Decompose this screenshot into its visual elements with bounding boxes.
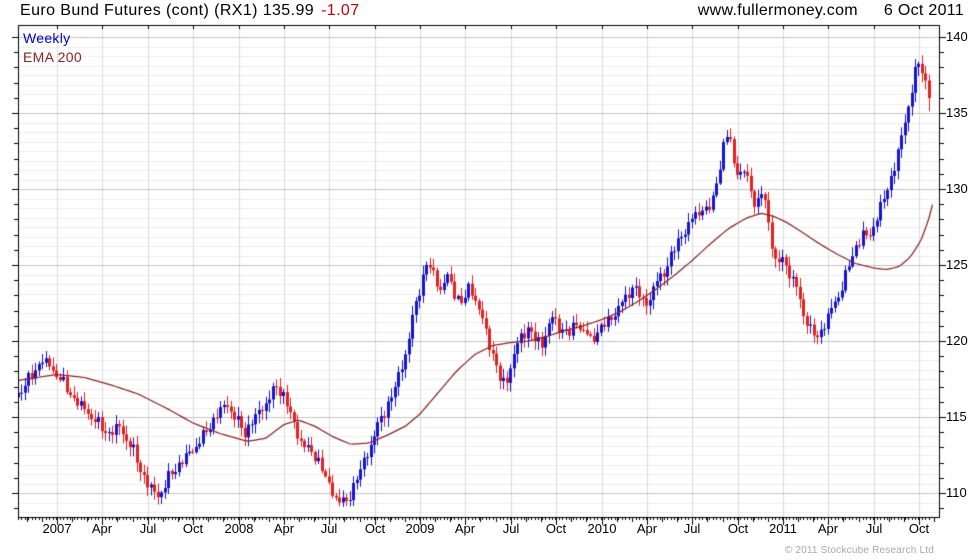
y-axis-tick-label: 135 bbox=[946, 105, 968, 120]
date-label: 6 Oct 2011 bbox=[884, 2, 964, 20]
header-right: www.fullermoney.com 6 Oct 2011 bbox=[698, 2, 964, 20]
instrument-title: Euro Bund Futures (cont) (RX1) 135.99 bbox=[20, 2, 314, 19]
copyright-label: © 2011 Stockcube Research Ltd bbox=[785, 545, 934, 556]
website-label: www.fullermoney.com bbox=[698, 2, 858, 20]
legend-weekly-label: Weekly bbox=[23, 30, 70, 46]
x-axis-tick-label: Oct bbox=[891, 521, 947, 536]
y-axis-tick-label: 130 bbox=[946, 181, 968, 196]
price-change: -1.07 bbox=[321, 2, 359, 19]
y-axis-tick-label: 120 bbox=[946, 333, 968, 348]
y-axis-tick-label: 125 bbox=[946, 257, 968, 272]
legend-ema-label: EMA 200 bbox=[23, 49, 82, 65]
page-title: Euro Bund Futures (cont) (RX1) 135.99 -1.… bbox=[20, 2, 360, 20]
y-axis-tick-label: 115 bbox=[946, 409, 967, 424]
chart-window: Euro Bund Futures (cont) (RX1) 135.99 -1.… bbox=[0, 0, 980, 560]
y-axis-tick-label: 140 bbox=[946, 29, 968, 44]
y-axis-tick-label: 110 bbox=[946, 485, 967, 500]
price-chart-canvas bbox=[0, 0, 980, 560]
